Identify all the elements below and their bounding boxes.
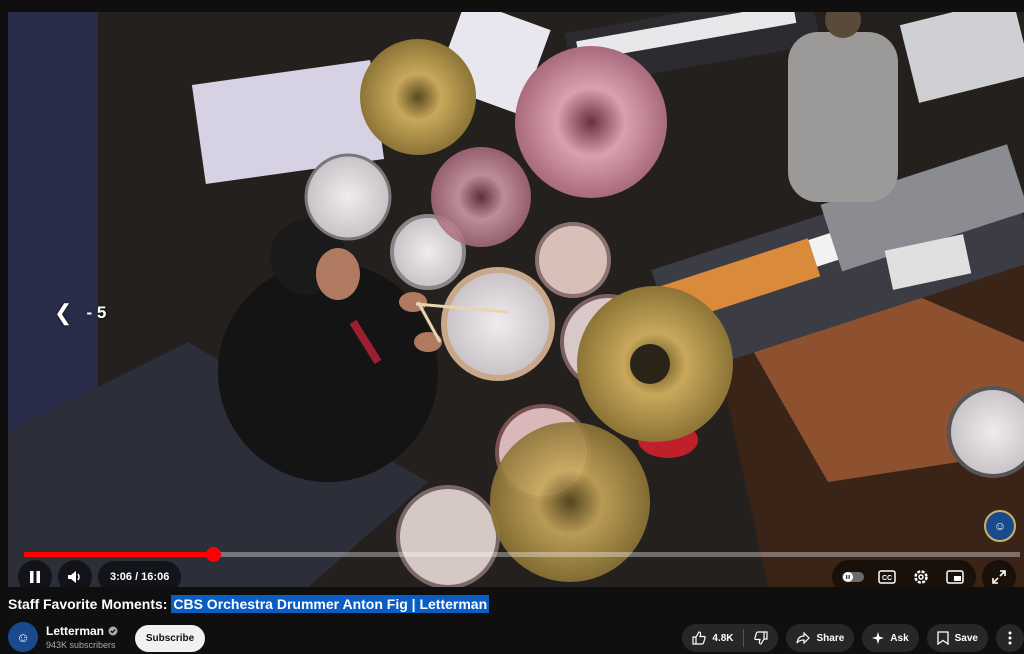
like-button[interactable]: 4.8K — [682, 624, 743, 652]
dislike-button[interactable] — [744, 624, 778, 652]
time-display: 3:06 / 16:06 — [98, 561, 182, 587]
settings-icon — [914, 570, 928, 584]
dislike-icon — [754, 631, 769, 645]
ask-button[interactable]: Ask — [862, 624, 919, 652]
channel-name-row[interactable]: Letterman — [46, 624, 118, 638]
miniplayer-icon — [946, 570, 964, 584]
video-title: Staff Favorite Moments: CBS Orchestra Dr… — [8, 595, 490, 613]
miniplayer-button[interactable] — [940, 562, 970, 587]
volume-icon — [68, 571, 80, 583]
share-icon — [796, 632, 811, 644]
player-settings-group: CC — [832, 560, 976, 587]
like-count: 4.8K — [712, 632, 734, 644]
verified-icon — [108, 626, 118, 636]
more-actions-button[interactable] — [996, 624, 1024, 652]
like-dislike-group: 4.8K — [682, 624, 779, 652]
video-frame — [8, 12, 1024, 587]
chevron-left-icon: ❮ — [54, 300, 73, 325]
subscribe-button[interactable]: Subscribe — [135, 625, 205, 652]
captions-button[interactable]: CC — [872, 562, 902, 587]
svg-text:CC: CC — [882, 575, 892, 582]
save-icon — [936, 631, 949, 645]
save-button[interactable]: Save — [926, 624, 988, 652]
seek-back-indicator: ❮ - 5 — [54, 300, 106, 326]
autoplay-toggle[interactable] — [838, 562, 868, 587]
player-controls-left: 3:06 / 16:06 — [18, 560, 182, 587]
progress-bar[interactable] — [24, 547, 1020, 562]
video-actions: 4.8K Share Ask Save — [682, 624, 1024, 652]
pause-button[interactable] — [18, 560, 52, 587]
channel-watermark[interactable]: ☺ — [984, 510, 1016, 542]
ask-icon — [872, 632, 885, 644]
share-button[interactable]: Share — [786, 624, 855, 652]
progress-played — [24, 552, 214, 557]
captions-icon: CC — [878, 570, 896, 584]
like-icon — [692, 631, 707, 645]
subscriber-count: 943K subscribers — [46, 640, 116, 650]
share-label: Share — [816, 632, 845, 644]
pause-icon — [30, 571, 40, 583]
video-title-prefix: Staff Favorite Moments: — [8, 596, 172, 612]
channel-name[interactable]: Letterman — [46, 624, 104, 638]
settings-button[interactable] — [906, 562, 936, 587]
video-player[interactable]: ❮ - 5 ☺ 3:06 / 16:06 CC — [8, 12, 1024, 587]
volume-button[interactable] — [58, 560, 92, 587]
video-title-highlight: CBS Orchestra Drummer Anton Fig | Letter… — [171, 595, 490, 613]
more-icon — [1008, 631, 1012, 645]
ask-label: Ask — [890, 632, 909, 644]
save-label: Save — [954, 632, 978, 644]
autoplay-toggle-icon — [842, 572, 864, 582]
channel-avatar[interactable]: ☺ — [8, 622, 38, 652]
seek-back-label: - 5 — [86, 303, 107, 322]
fullscreen-button[interactable] — [982, 560, 1016, 587]
fullscreen-icon — [992, 570, 1006, 584]
player-controls-right: CC — [832, 560, 1016, 587]
